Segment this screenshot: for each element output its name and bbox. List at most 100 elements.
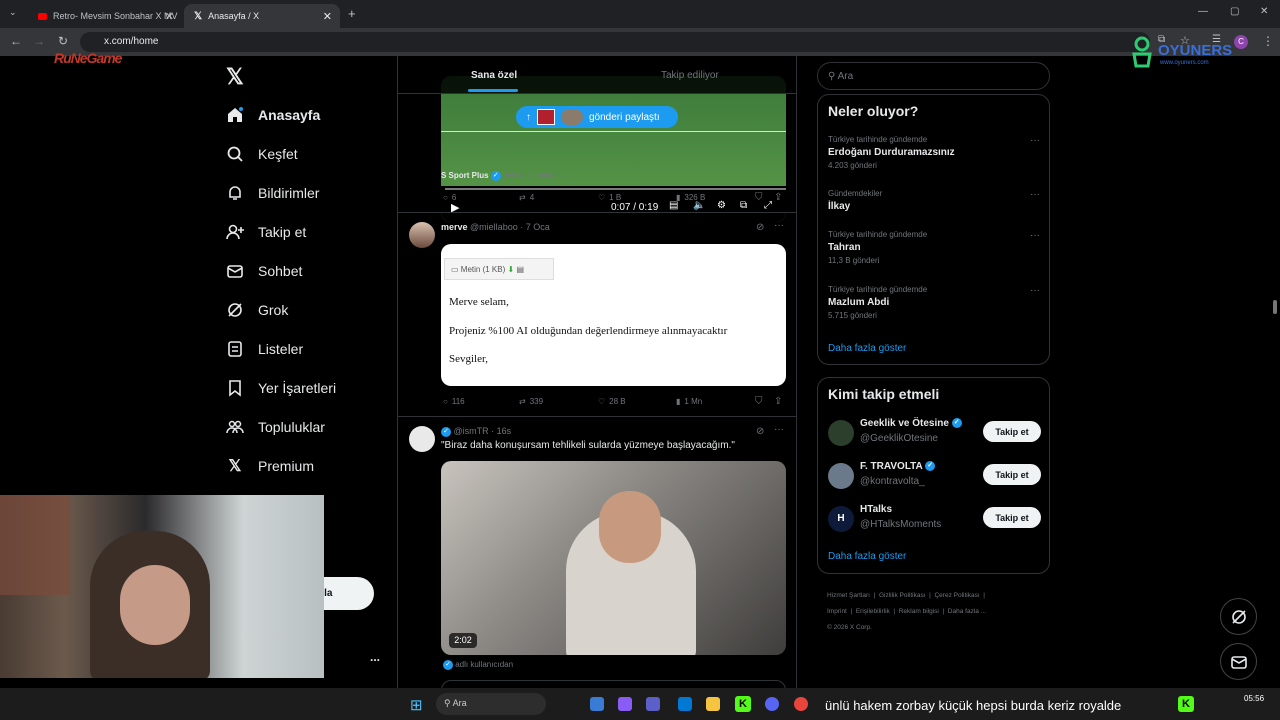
like-button[interactable]: ♡ 1 B <box>598 193 621 202</box>
maximize-button[interactable]: ▢ <box>1230 6 1239 17</box>
post3-text: "Biraz daha konuşursam tehlikeli sularda… <box>441 440 735 451</box>
post3-video[interactable]: 2:02 <box>441 461 786 655</box>
x-home-logo[interactable]: 𝕏 <box>226 64 244 90</box>
quoted-post-partial[interactable] <box>441 680 786 688</box>
search-input[interactable]: ⚲ Ara <box>817 62 1050 90</box>
more-icon[interactable]: ··· <box>1030 285 1040 296</box>
sidebar-item-messages[interactable]: Sohbet <box>226 262 302 280</box>
sidebar-item-lists[interactable]: Listeler <box>226 340 303 358</box>
sidebar-item-bookmarks[interactable]: Yer İşaretleri <box>226 379 336 397</box>
taskbar-search[interactable]: ⚲ Ara <box>436 693 546 715</box>
fullscreen-icon[interactable]: ⤢ <box>764 200 772 211</box>
tab-for-you[interactable]: Sana özel <box>471 70 517 81</box>
app-icon[interactable] <box>618 697 632 711</box>
trend-item[interactable]: Türkiye tarihinde gündemde Erdoğanı Durd… <box>828 135 1040 170</box>
tab-search-icon[interactable]: ⌄ <box>9 7 17 18</box>
scrollbar-thumb[interactable] <box>1273 300 1277 314</box>
messages-fab[interactable] <box>1220 643 1257 680</box>
kick-icon[interactable]: K <box>735 696 751 712</box>
mail-icon <box>226 262 244 280</box>
account-more-icon[interactable]: ... <box>370 650 380 664</box>
follow-button[interactable]: Takip et <box>983 464 1041 485</box>
browser-tab-2[interactable]: 𝕏 Anasayfa / X ✕ <box>184 4 340 28</box>
video-progress[interactable] <box>445 188 786 190</box>
more-icon[interactable]: ··· <box>1030 230 1040 241</box>
repost-button[interactable]: ⇄ 4 <box>519 193 534 202</box>
heart-icon: ♡ <box>598 397 606 406</box>
follow-suggestion[interactable]: Geeklik ve Ötesine ✓ @GeeklikOtesine Tak… <box>818 416 1051 456</box>
sidebar-item-communities[interactable]: Topluluklar <box>226 418 325 436</box>
post2-image[interactable]: ▭ Metin (1 KB) ⬇ ▤ Merve selam, Projeniz… <box>441 244 786 386</box>
follow-suggestion[interactable]: H HTalks @HTalksMoments Takip et <box>818 502 1051 542</box>
app-icon[interactable] <box>646 697 660 711</box>
folder-icon[interactable] <box>706 697 720 711</box>
menu-icon[interactable]: ⋮ <box>1262 34 1274 48</box>
forward-button[interactable]: → <box>33 34 45 48</box>
discord-icon[interactable] <box>765 697 779 711</box>
browser-tab-1[interactable]: Retro- Mevsim Sonbahar X MV ✕ <box>28 4 182 28</box>
show-more-link[interactable]: Daha fazla göster <box>828 343 906 354</box>
sidebar-item-premium[interactable]: 𝕏 Premium <box>226 457 314 475</box>
mascot-icon <box>1132 36 1152 68</box>
follow-suggestion[interactable]: F. TRAVOLTA ✓ @kontravolta_ Takip et <box>818 459 1051 499</box>
clock[interactable]: 05:56 <box>1244 694 1264 703</box>
email-line: Projeniz %100 AI olduğundan değerlendirm… <box>449 325 728 337</box>
app-icon[interactable] <box>590 697 604 711</box>
more-icon[interactable]: ··· <box>774 220 784 231</box>
reply-button[interactable]: ○ 6 <box>443 193 456 202</box>
windows-start-icon[interactable]: ⊞ <box>410 696 423 714</box>
bookmark-icon[interactable]: ⛉ <box>755 396 763 407</box>
verified-badge-icon: ✓ <box>951 418 962 429</box>
divider <box>398 416 796 417</box>
tab-following[interactable]: Takip ediliyor <box>661 70 719 81</box>
chrome-icon[interactable] <box>794 697 808 711</box>
reload-button[interactable]: ↻ <box>58 34 68 48</box>
window-close-button[interactable]: ✕ <box>1260 6 1268 17</box>
bookmark-icon[interactable]: ⛉ <box>755 192 763 203</box>
views-button[interactable]: ▮ 326 B <box>676 193 705 202</box>
browser-tab-bar: Retro- Mevsim Sonbahar X MV ✕ 𝕏 Anasayfa… <box>0 0 1280 28</box>
trend-item[interactable]: Türkiye tarihinde gündemde Tahran 11,3 B… <box>828 230 1040 265</box>
follow-button[interactable]: Takip et <box>983 421 1041 442</box>
views-button[interactable]: ▮ 1 Mn <box>676 397 702 406</box>
avatar[interactable] <box>409 222 435 248</box>
settings-icon[interactable]: ⚙ <box>717 200 726 211</box>
show-more-link[interactable]: Daha fazla göster <box>828 551 906 562</box>
new-tab-button[interactable]: + <box>348 6 356 21</box>
like-button[interactable]: ♡ 28 B <box>598 397 626 406</box>
avatar[interactable] <box>409 426 435 452</box>
sidebar-item-explore[interactable]: Keşfet <box>226 145 298 163</box>
trend-item[interactable]: Türkiye tarihinde gündemde Mazlum Abdi 5… <box>828 285 1040 320</box>
grok-fab[interactable] <box>1220 598 1257 635</box>
follow-button[interactable]: Takip et <box>983 507 1041 528</box>
share-icon[interactable]: ⇪ <box>774 192 782 203</box>
sidebar-item-home[interactable]: Anasayfa <box>226 106 320 124</box>
verified-badge-icon: ✓ <box>443 660 453 670</box>
more-icon[interactable]: ··· <box>1030 189 1040 200</box>
repost-button[interactable]: ⇄ 339 <box>519 397 543 406</box>
close-icon[interactable]: ✕ <box>165 10 174 23</box>
pip-icon[interactable]: ⧉ <box>740 200 747 211</box>
sidebar-item-label: Premium <box>258 458 315 474</box>
sidebar-item-notifications[interactable]: Bildirimler <box>226 184 319 202</box>
avatar <box>537 109 555 125</box>
more-icon[interactable]: ··· <box>1030 135 1040 146</box>
grok-icon[interactable]: ⊘ <box>756 222 764 233</box>
app-icon[interactable] <box>678 697 692 711</box>
grok-icon[interactable]: ⊘ <box>756 426 764 437</box>
back-button[interactable]: ← <box>10 34 22 48</box>
share-pill[interactable]: ↑ gönderi paylaştı <box>516 106 678 128</box>
repost-icon: ⇄ <box>519 397 526 406</box>
close-icon[interactable]: ✕ <box>323 10 332 23</box>
search-icon: ⚲ <box>444 698 451 708</box>
sidebar-item-follow[interactable]: Takip et <box>226 223 306 241</box>
repost-icon: ⇄ <box>519 193 526 202</box>
more-icon[interactable]: ··· <box>774 424 784 435</box>
trend-item[interactable]: Gündemdekiler İlkay ··· <box>828 189 1040 215</box>
address-bar[interactable]: x.com/home <box>80 32 1150 52</box>
minimize-button[interactable]: — <box>1198 6 1208 17</box>
reply-icon: ○ <box>443 193 448 202</box>
sidebar-item-grok[interactable]: Grok <box>226 301 288 319</box>
reply-button[interactable]: ○ 116 <box>443 397 465 406</box>
share-icon[interactable]: ⇪ <box>774 396 782 407</box>
